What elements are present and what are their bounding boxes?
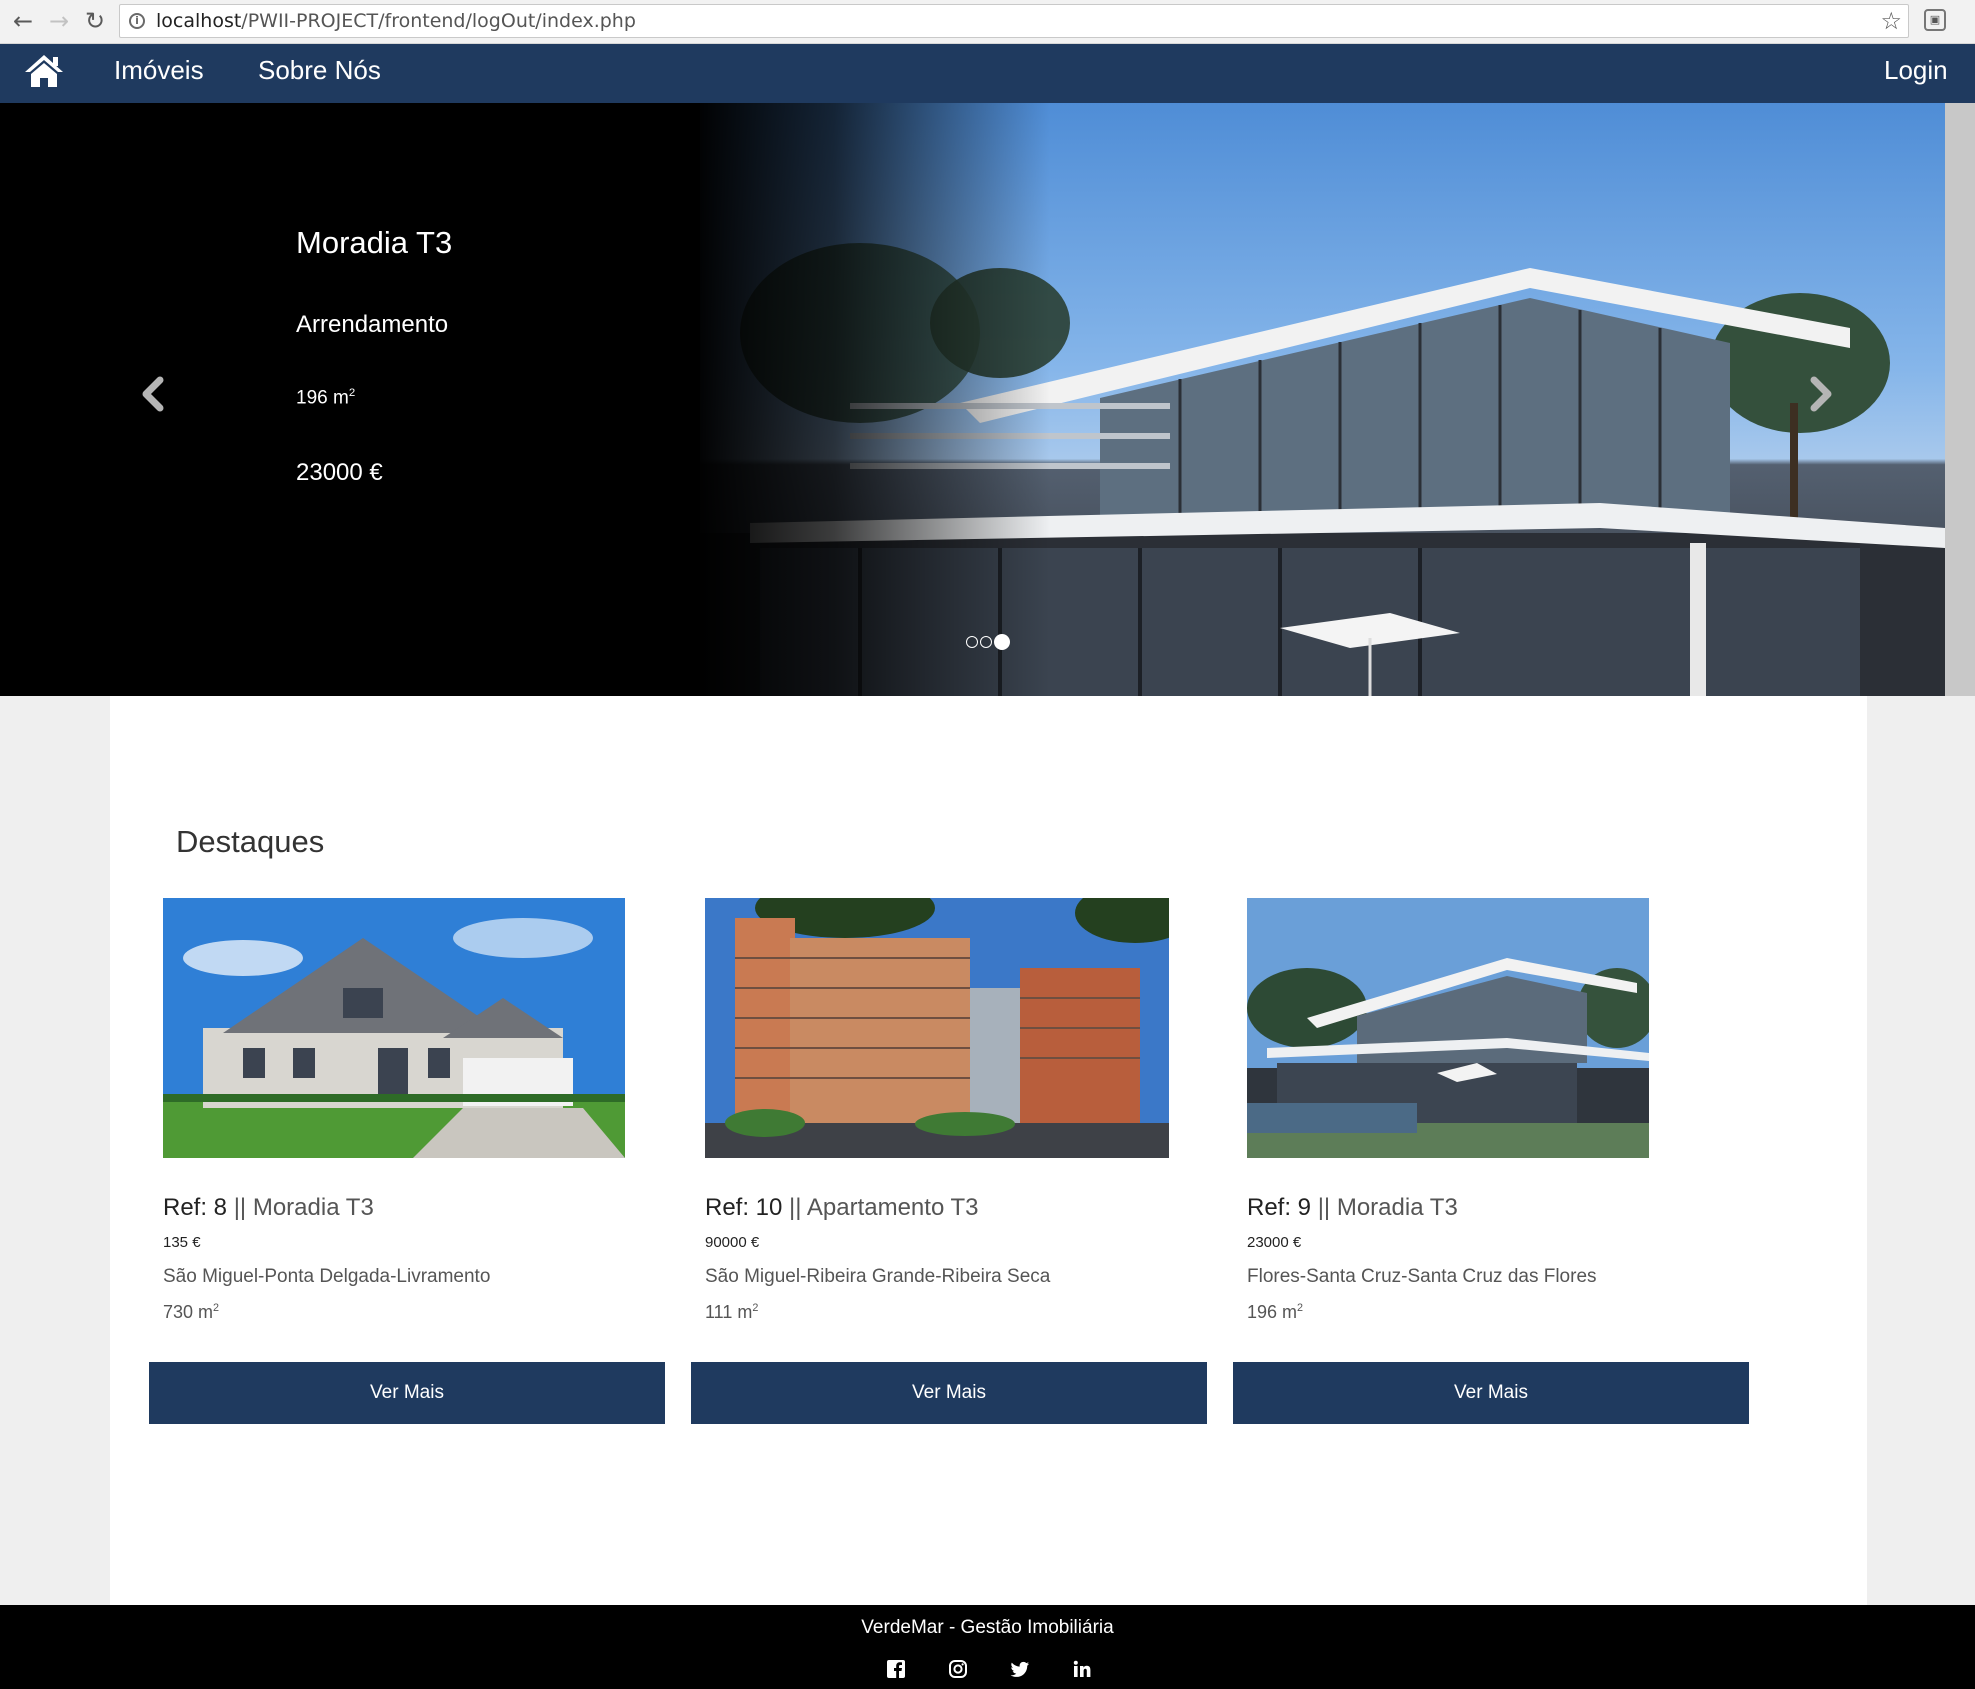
- linkedin-icon[interactable]: [1072, 1659, 1092, 1679]
- browser-toolbar: ← → ↻ i localhost/PWII-PROJECT/frontend/…: [0, 0, 1975, 44]
- property-card-2: Ref: 10 || Apartamento T3 90000 € São Mi…: [691, 898, 1209, 1424]
- address-bar[interactable]: i localhost/PWII-PROJECT/frontend/logOut…: [119, 4, 1909, 38]
- back-arrow-icon[interactable]: ←: [8, 6, 38, 36]
- extension-icon[interactable]: ▣: [1924, 9, 1946, 31]
- nav-link-sobre-nos[interactable]: Sobre Nós: [258, 44, 381, 96]
- reload-icon[interactable]: ↻: [80, 6, 110, 36]
- main-content: Destaques Ref: 8 || Moradia T3 135 € São…: [110, 696, 1867, 1605]
- card-area: 111 m2: [705, 1302, 758, 1323]
- apartment-building-photo[interactable]: [705, 898, 1169, 1158]
- site-footer: VerdeMar - Gestão Imobiliária: [0, 1605, 1975, 1689]
- hero-area: 196 m2: [296, 387, 355, 409]
- card-ref-line[interactable]: Ref: 10 || Apartamento T3: [705, 1194, 979, 1222]
- carousel-indicators: [966, 633, 1012, 650]
- twitter-icon[interactable]: [1010, 1659, 1030, 1679]
- card-ref: Ref: 10: [705, 1194, 783, 1221]
- card-location: São Miguel-Ponta Delgada-Livramento: [163, 1266, 491, 1287]
- card-area-value: 196 m: [1247, 1302, 1298, 1322]
- url-host: localhost: [156, 10, 242, 32]
- card-ref-separator: ||: [1311, 1194, 1337, 1221]
- info-icon[interactable]: i: [129, 13, 145, 29]
- card-area-value: 111 m: [705, 1302, 753, 1322]
- ver-mais-button[interactable]: Ver Mais: [1233, 1362, 1749, 1424]
- facebook-icon[interactable]: [886, 1659, 906, 1679]
- carousel-dot-2[interactable]: [980, 635, 992, 648]
- card-ref-line[interactable]: Ref: 9 || Moradia T3: [1247, 1194, 1458, 1222]
- hero-area-value: 196 m: [296, 387, 349, 409]
- instagram-icon[interactable]: [948, 1659, 968, 1679]
- home-icon[interactable]: [24, 53, 64, 89]
- card-ref-separator: ||: [782, 1194, 807, 1221]
- card-price: 90000 €: [705, 1234, 760, 1251]
- card-ref-separator: ||: [227, 1194, 253, 1221]
- card-area: 196 m2: [1247, 1302, 1303, 1323]
- property-card-3: Ref: 9 || Moradia T3 23000 € Flores-Sant…: [1233, 898, 1751, 1424]
- card-area: 730 m2: [163, 1302, 219, 1323]
- hero-area-sup: 2: [348, 387, 356, 399]
- carousel-prev-icon[interactable]: [130, 358, 174, 428]
- hero-side-strip: [1945, 103, 1975, 696]
- suburban-house-photo[interactable]: [163, 898, 625, 1158]
- card-ref: Ref: 9: [1247, 1194, 1312, 1221]
- featured-title: Destaques: [176, 824, 325, 859]
- property-card-1: Ref: 8 || Moradia T3 135 € São Miguel-Po…: [149, 898, 667, 1424]
- card-area-sup: 2: [1297, 1302, 1304, 1314]
- card-price: 135 €: [163, 1234, 201, 1251]
- hero-fade-overlay: [690, 103, 1050, 696]
- url-path: /PWII-PROJECT/frontend/logOut/index.php: [241, 10, 636, 32]
- card-property-name: Moradia T3: [1336, 1194, 1458, 1221]
- carousel-next-icon[interactable]: [1800, 358, 1844, 428]
- card-property-name: Apartamento T3: [806, 1194, 979, 1221]
- url-text[interactable]: localhost/PWII-PROJECT/frontend/logOut/i…: [156, 5, 636, 37]
- hero-price: 23000 €: [296, 459, 383, 486]
- hero-type: Arrendamento: [296, 311, 449, 338]
- carousel-dot-3[interactable]: [994, 633, 1010, 650]
- card-ref-line[interactable]: Ref: 8 || Moradia T3: [163, 1194, 374, 1222]
- card-location: Flores-Santa Cruz-Santa Cruz das Flores: [1247, 1266, 1597, 1287]
- login-link[interactable]: Login: [1884, 44, 1948, 96]
- carousel-dot-1[interactable]: [966, 635, 978, 648]
- bookmark-star-icon[interactable]: ☆: [1880, 7, 1902, 35]
- ver-mais-button[interactable]: Ver Mais: [691, 1362, 1207, 1424]
- card-location: São Miguel-Ribeira Grande-Ribeira Seca: [705, 1266, 1051, 1287]
- hero-carousel: Moradia T3 Arrendamento 196 m2 23000 €: [0, 103, 1975, 696]
- card-property-name: Moradia T3: [252, 1194, 374, 1221]
- ver-mais-button[interactable]: Ver Mais: [149, 1362, 665, 1424]
- card-area-sup: 2: [213, 1302, 220, 1314]
- card-area-value: 730 m: [163, 1302, 214, 1322]
- forward-arrow-icon[interactable]: →: [44, 6, 74, 36]
- card-area-sup: 2: [752, 1302, 759, 1314]
- footer-title: VerdeMar - Gestão Imobiliária: [861, 1617, 1114, 1638]
- nav-link-imoveis[interactable]: Imóveis: [114, 44, 204, 96]
- card-price: 23000 €: [1247, 1234, 1302, 1251]
- card-ref: Ref: 8: [163, 1194, 228, 1221]
- site-navbar: Imóveis Sobre Nós Login: [0, 44, 1975, 103]
- hero-title: Moradia T3: [296, 225, 453, 260]
- modern-villa-photo[interactable]: [1247, 898, 1649, 1158]
